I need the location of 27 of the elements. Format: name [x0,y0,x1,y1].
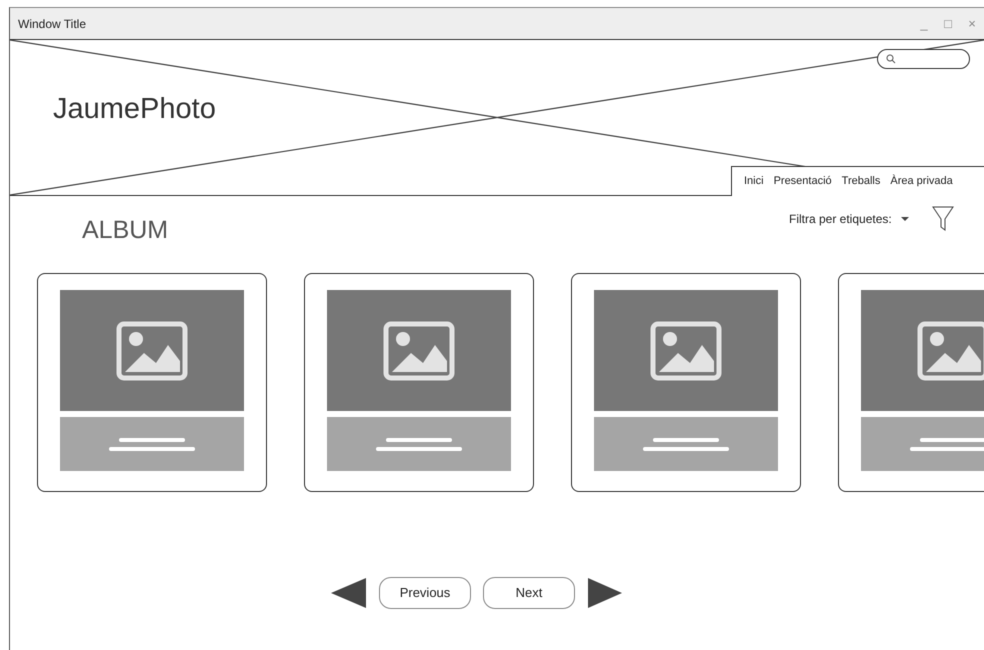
search-field[interactable] [877,49,970,69]
filter-icon[interactable] [932,206,954,232]
right-arrow-icon[interactable] [587,576,623,610]
previous-button[interactable]: Previous [379,577,471,609]
image-icon [650,320,722,380]
text-lines-icon [910,436,984,452]
album-card[interactable] [304,273,534,492]
nav-link[interactable]: Presentació [774,173,832,190]
filter-label: Filtra per etiquetes: [789,211,892,228]
text-lines-icon [643,436,729,452]
left-arrow-icon[interactable] [331,576,367,610]
nav-link[interactable]: Treballs [842,173,880,190]
image-icon [917,320,984,380]
image-icon [116,320,188,380]
image-icon [383,320,455,380]
text-lines-icon [376,436,462,452]
album-title: ALBUM [82,215,168,246]
logo-text: JaumePhoto [53,92,216,127]
next-button[interactable]: Next [483,577,575,609]
nav-link[interactable]: Àrea privada [890,173,953,190]
nav-link[interactable]: Inici [744,173,764,190]
window-title: Window Title [18,16,86,32]
album-card[interactable] [571,273,801,492]
text-lines-icon [109,436,195,452]
album-card[interactable] [37,273,267,492]
search-icon [886,54,896,64]
dropdown-caret-icon[interactable] [900,216,910,222]
